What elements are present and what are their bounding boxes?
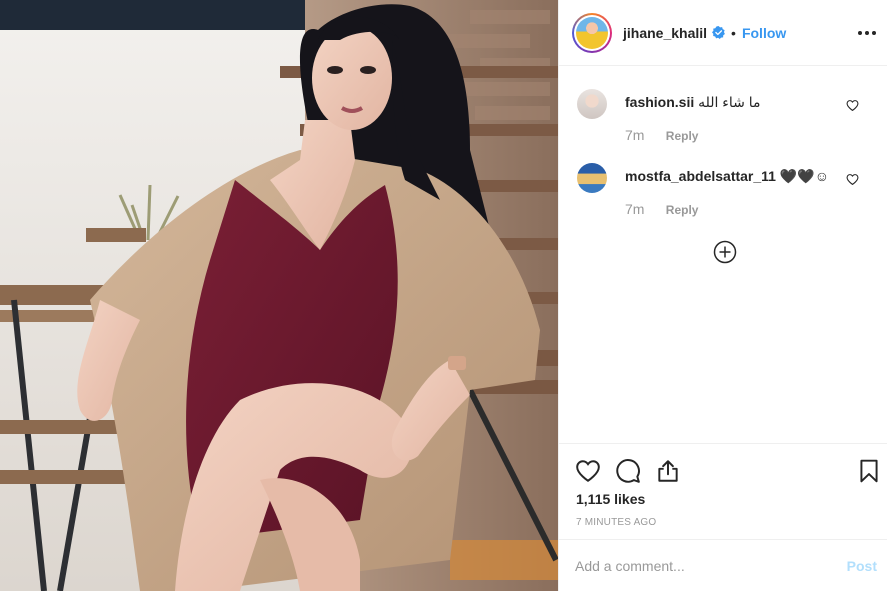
comment-icon[interactable] xyxy=(615,458,641,484)
follow-button[interactable]: Follow xyxy=(742,25,786,41)
post-photo[interactable] xyxy=(0,0,558,591)
post-comment-button[interactable]: Post xyxy=(847,558,877,574)
post-photo-illustration xyxy=(0,0,558,591)
commenter-avatar[interactable] xyxy=(577,163,607,193)
commenter-username[interactable]: fashion.sii xyxy=(625,94,694,110)
verified-badge-icon xyxy=(712,26,725,39)
author-avatar[interactable] xyxy=(572,12,612,53)
post-timestamp[interactable]: 7 MINUTES AGO xyxy=(576,517,656,528)
comment-composer: Post xyxy=(559,539,887,591)
commenter-avatar[interactable] xyxy=(577,89,607,119)
comment-text: 🖤🖤☺ xyxy=(779,168,830,184)
reply-button[interactable]: Reply xyxy=(666,129,699,143)
more-options-icon[interactable] xyxy=(858,24,876,42)
commenter-username[interactable]: mostfa_abdelsattar_11 xyxy=(625,168,776,184)
reply-button[interactable]: Reply xyxy=(666,203,699,217)
likes-count[interactable]: 1,115 likes xyxy=(576,491,645,507)
comment-input[interactable] xyxy=(575,557,847,574)
comment-text: ما شاء الله xyxy=(698,94,761,110)
comments-list[interactable]: fashion.sii ما شاء الله 7m Reply mostfa_… xyxy=(559,67,887,443)
heart-icon[interactable] xyxy=(575,458,601,484)
heart-icon[interactable] xyxy=(846,173,859,186)
comment-time[interactable]: 7m xyxy=(625,201,644,217)
share-icon[interactable] xyxy=(655,458,681,484)
comment-time[interactable]: 7m xyxy=(625,127,644,143)
bookmark-icon[interactable] xyxy=(856,458,882,484)
post-header: jihane_khalil • Follow xyxy=(559,0,887,66)
plus-circle-icon[interactable] xyxy=(713,240,737,264)
author-username[interactable]: jihane_khalil xyxy=(623,25,707,41)
separator-dot: • xyxy=(731,24,736,41)
post-details-panel: jihane_khalil • Follow fashion.sii ما شا… xyxy=(558,0,887,591)
post-actions: 1,115 likes 7 MINUTES AGO xyxy=(559,443,887,539)
heart-icon[interactable] xyxy=(846,99,859,112)
